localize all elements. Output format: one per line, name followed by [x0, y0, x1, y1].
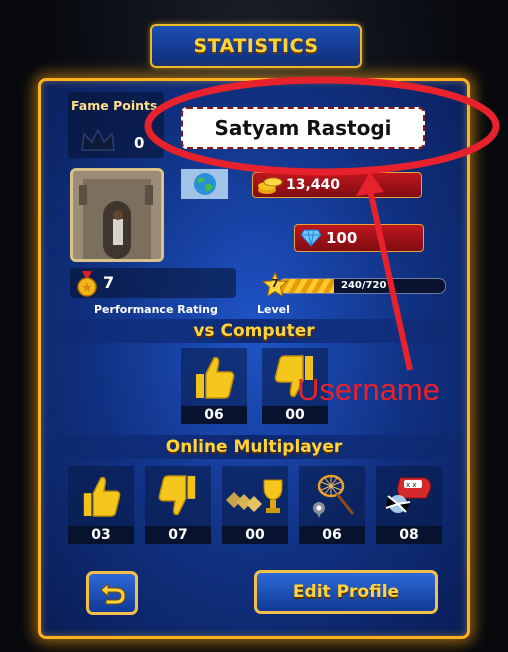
statistics-panel	[38, 78, 470, 639]
page-title: STATISTICS	[150, 24, 362, 68]
avatar-photo	[73, 171, 161, 259]
coins-value: 13,440	[286, 177, 341, 193]
performance-rating-box: 7	[70, 268, 236, 298]
fame-points-box: Fame Points 0	[68, 92, 164, 158]
country-flag[interactable]	[181, 169, 228, 199]
performance-rating-label: Performance Rating	[94, 303, 218, 316]
medal-icon	[77, 271, 97, 297]
online-wins-value: 03	[68, 526, 134, 544]
performance-rating-value: 7	[103, 273, 115, 292]
username-field[interactable]: Satyam Rastogi	[181, 107, 425, 149]
online-streak-value: 00	[222, 526, 288, 544]
vs-computer-heading: vs Computer	[56, 319, 452, 343]
online-wins: 03	[68, 466, 134, 544]
svg-text:x x: x x	[406, 481, 417, 489]
vs-computer-wins: 06	[181, 348, 247, 424]
diamond-icon	[300, 229, 322, 247]
back-button[interactable]	[86, 571, 138, 615]
online-losses-value: 07	[145, 526, 211, 544]
fame-points-value: 0	[134, 134, 145, 152]
gems-value: 100	[326, 229, 358, 247]
edit-profile-button[interactable]: Edit Profile	[254, 570, 438, 614]
level-progress-bar: 240/720	[278, 278, 446, 294]
back-arrow-icon	[100, 582, 126, 605]
thumbs-down-icon	[158, 475, 196, 516]
thumbs-up-icon	[83, 476, 121, 517]
online-catches: 06	[299, 466, 365, 544]
online-multiplayer-heading: Online Multiplayer	[56, 435, 452, 459]
globe-icon	[193, 173, 216, 195]
coin-stack-icon	[258, 177, 283, 194]
trophy-streak-icon	[226, 479, 283, 513]
vs-computer-losses-value: 00	[262, 406, 328, 424]
vs-computer-wins-value: 06	[181, 406, 247, 424]
net-catch-icon	[313, 474, 355, 518]
level-progress-text: 240/720	[341, 280, 387, 291]
online-knockouts: x x 08	[376, 466, 442, 544]
boxing-glove-icon: x x	[385, 477, 431, 513]
level-label: Level	[257, 303, 290, 316]
online-losses: 07	[145, 466, 211, 544]
avatar[interactable]	[70, 168, 164, 262]
crown-icon	[81, 128, 115, 151]
fame-points-label: Fame Points	[71, 98, 158, 113]
level-number: 7	[271, 277, 279, 290]
gems-display: 100	[294, 224, 424, 252]
thumbs-up-icon	[196, 356, 235, 399]
online-streak: 00	[222, 466, 288, 544]
online-knockouts-value: 08	[376, 526, 442, 544]
coins-display: 13,440	[252, 172, 422, 198]
online-catches-value: 06	[299, 526, 365, 544]
annotation-label: Username	[297, 372, 440, 407]
